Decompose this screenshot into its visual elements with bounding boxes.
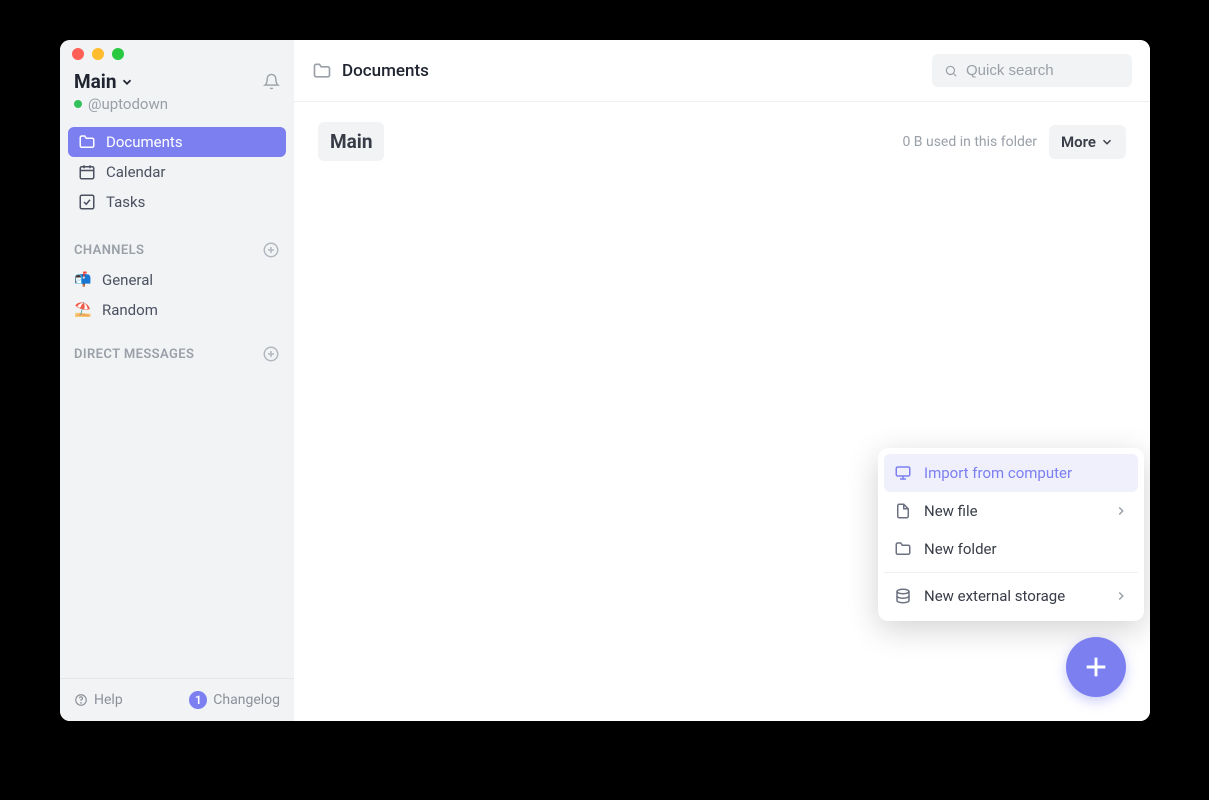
minimize-window-button[interactable] xyxy=(92,48,104,60)
storage-usage-text: 0 B used in this folder xyxy=(902,134,1037,150)
menu-new-file[interactable]: New file xyxy=(884,492,1138,530)
check-square-icon xyxy=(78,193,96,211)
create-fab[interactable] xyxy=(1066,637,1126,697)
app-window: Main @uptodown Documents Calend xyxy=(60,40,1150,721)
channel-emoji: 📬 xyxy=(74,272,92,288)
changelog-button[interactable]: 1 Changelog xyxy=(189,691,280,709)
more-button[interactable]: More xyxy=(1049,125,1126,159)
search-box[interactable] xyxy=(932,54,1132,87)
window-controls xyxy=(60,40,294,64)
chevron-down-icon xyxy=(120,75,134,89)
presence-indicator xyxy=(74,100,82,108)
menu-new-external-storage[interactable]: New external storage xyxy=(884,577,1138,615)
help-label: Help xyxy=(94,692,123,708)
file-icon xyxy=(894,502,912,520)
channel-general[interactable]: 📬 General xyxy=(60,265,294,295)
create-menu: Import from computer New file New folder xyxy=(878,448,1144,621)
channels-header: CHANNELS xyxy=(60,221,294,265)
plus-circle-icon xyxy=(262,241,280,259)
notifications-button[interactable] xyxy=(263,73,280,90)
more-label: More xyxy=(1061,133,1096,151)
folder-title[interactable]: Main xyxy=(318,122,384,161)
workspace-handle: @uptodown xyxy=(60,95,294,123)
workspace-handle-label: @uptodown xyxy=(88,95,168,113)
menu-item-label: New external storage xyxy=(924,587,1065,605)
add-channel-button[interactable] xyxy=(262,241,280,259)
breadcrumb[interactable]: Documents xyxy=(312,61,429,81)
close-window-button[interactable] xyxy=(72,48,84,60)
folder-icon xyxy=(312,61,332,81)
channel-random[interactable]: ⛱️ Random xyxy=(60,295,294,325)
folder-icon xyxy=(78,133,96,151)
menu-import-from-computer[interactable]: Import from computer xyxy=(884,454,1138,492)
channel-label: Random xyxy=(102,301,158,319)
channel-label: General xyxy=(102,271,153,289)
changelog-label: Changelog xyxy=(213,692,280,708)
nav-documents[interactable]: Documents xyxy=(68,127,286,157)
menu-item-label: New folder xyxy=(924,540,997,558)
chevron-right-icon xyxy=(1114,504,1128,518)
sidebar: Main @uptodown Documents Calend xyxy=(60,40,294,721)
channel-emoji: ⛱️ xyxy=(74,302,92,318)
plus-icon xyxy=(1082,653,1110,681)
search-input[interactable] xyxy=(966,62,1120,79)
nav-calendar[interactable]: Calendar xyxy=(68,157,286,187)
menu-item-label: New file xyxy=(924,502,978,520)
nav-label: Tasks xyxy=(106,193,145,211)
chevron-down-icon xyxy=(1100,135,1114,149)
nav-tasks[interactable]: Tasks xyxy=(68,187,286,217)
monitor-icon xyxy=(894,464,912,482)
menu-item-label: Import from computer xyxy=(924,464,1072,482)
add-dm-button[interactable] xyxy=(262,345,280,363)
help-button[interactable]: Help xyxy=(74,692,123,708)
help-icon xyxy=(74,693,88,707)
bell-icon xyxy=(263,73,280,90)
breadcrumb-label: Documents xyxy=(342,61,429,81)
channels-header-label: CHANNELS xyxy=(74,243,144,258)
menu-new-folder[interactable]: New folder xyxy=(884,530,1138,568)
folder-icon xyxy=(894,540,912,558)
nav-label: Documents xyxy=(106,133,183,151)
topbar: Documents xyxy=(294,40,1150,102)
maximize-window-button[interactable] xyxy=(112,48,124,60)
main-area: Documents Main 0 B used in this folder M… xyxy=(294,40,1150,721)
dm-header-label: DIRECT MESSAGES xyxy=(74,347,194,362)
plus-circle-icon xyxy=(262,345,280,363)
dm-header: DIRECT MESSAGES xyxy=(60,325,294,369)
workspace-switcher[interactable]: Main xyxy=(74,70,134,93)
search-icon xyxy=(944,63,958,79)
nav-label: Calendar xyxy=(106,163,166,181)
database-icon xyxy=(894,587,912,605)
workspace-name-label: Main xyxy=(74,70,116,93)
changelog-badge: 1 xyxy=(189,691,207,709)
chevron-right-icon xyxy=(1114,589,1128,603)
calendar-icon xyxy=(78,163,96,181)
menu-divider xyxy=(884,572,1138,573)
